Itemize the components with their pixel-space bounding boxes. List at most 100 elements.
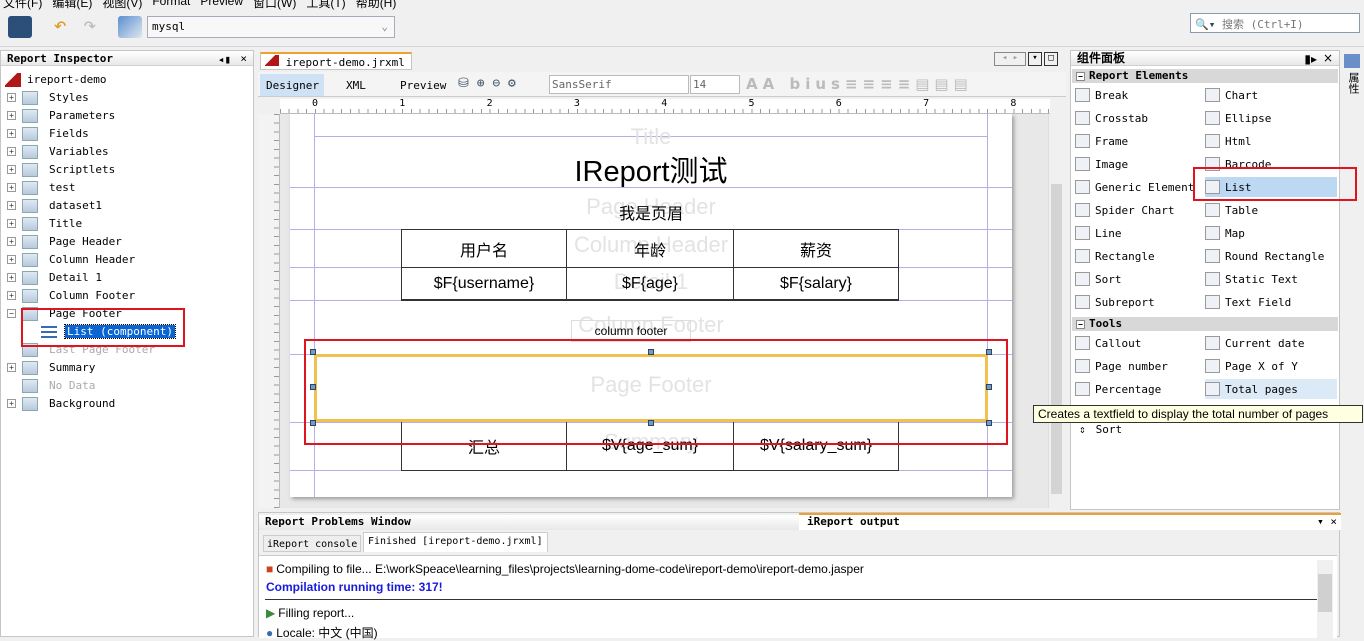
menu-view[interactable]: 视图(V): [102, 0, 142, 10]
subtab-finished[interactable]: Finished [ireport-demo.jrxml]: [363, 532, 548, 552]
minimize-close-icons[interactable]: ▾ ×: [1317, 515, 1337, 528]
menu-window[interactable]: 窗口(W): [253, 0, 296, 10]
expand-toggle-icon[interactable]: +: [7, 111, 16, 120]
expand-toggle-icon[interactable]: +: [7, 147, 16, 156]
tree-item[interactable]: + Fields: [7, 125, 89, 142]
palette-item[interactable]: Spider Chart: [1075, 200, 1207, 220]
menu-format[interactable]: Format: [152, 0, 190, 8]
redo-icon[interactable]: ↷: [78, 15, 102, 38]
palette-item[interactable]: Break: [1075, 85, 1207, 105]
collapse-icon[interactable]: −: [1076, 320, 1085, 329]
palette-item[interactable]: Callout: [1075, 333, 1207, 353]
italic-icon[interactable]: i: [805, 75, 815, 93]
detail-field[interactable]: $F{salary}: [733, 267, 899, 301]
palette-group-header[interactable]: − Report Elements: [1072, 69, 1338, 83]
menu-preview[interactable]: Preview: [200, 0, 243, 8]
datasource-icon[interactable]: [118, 16, 142, 38]
font-grow-icon[interactable]: A: [746, 75, 763, 93]
palette-item[interactable]: Generic Element: [1075, 177, 1207, 197]
palette-item[interactable]: Html: [1205, 131, 1337, 151]
tree-item[interactable]: + Summary: [7, 359, 95, 376]
palette-group-header[interactable]: − Tools: [1072, 317, 1338, 331]
detail-field[interactable]: $F{username}: [401, 267, 567, 301]
tree-item[interactable]: + Detail 1: [7, 269, 102, 286]
menu-tools[interactable]: 工具(T): [306, 0, 345, 10]
zoom-icons[interactable]: ⛁ ⊕ ⊖ ⚙: [458, 76, 516, 91]
expand-toggle-icon[interactable]: +: [7, 129, 16, 138]
underline-icon[interactable]: u: [815, 75, 831, 93]
minimize-icon[interactable]: ▮▸: [1304, 52, 1317, 67]
expand-toggle-icon[interactable]: +: [7, 201, 16, 210]
column-header-cell[interactable]: 用户名: [401, 229, 567, 268]
menu-file[interactable]: 文件(F): [3, 0, 42, 10]
tree-item[interactable]: No Data: [7, 377, 95, 394]
close-icon[interactable]: ×: [1323, 51, 1333, 66]
align-icons[interactable]: ≡≡≡≡▤▤▤: [845, 75, 973, 93]
strike-icon[interactable]: s: [831, 75, 845, 93]
expand-toggle-icon[interactable]: +: [7, 399, 16, 408]
tab-list-icon[interactable]: ▾: [1028, 52, 1042, 66]
palette-item[interactable]: Ellipse: [1205, 108, 1337, 128]
palette-item[interactable]: Percentage: [1075, 379, 1207, 399]
palette-item[interactable]: Table: [1205, 200, 1337, 220]
zoom-in-icon[interactable]: ⊕: [477, 76, 485, 91]
tree-item[interactable]: + Variables: [7, 143, 109, 160]
expand-toggle-icon[interactable]: +: [7, 165, 16, 174]
format-buttons[interactable]: AA bius≡≡≡≡▤▤▤: [746, 75, 973, 93]
datasource-select[interactable]: mysql ⌄: [147, 16, 395, 38]
expand-toggle-icon[interactable]: −: [7, 309, 16, 318]
undo-icon[interactable]: ↶: [48, 15, 72, 38]
palette-item[interactable]: Text Field: [1205, 292, 1337, 312]
palette-item[interactable]: Rectangle: [1075, 246, 1207, 266]
scroll-tabs-icon[interactable]: ◂ ▸: [994, 52, 1026, 66]
palette-item[interactable]: Frame: [1075, 131, 1207, 151]
palette-item[interactable]: Current date: [1205, 333, 1337, 353]
tree-item[interactable]: + Title: [7, 215, 82, 232]
datasource-query-icon[interactable]: ⛁: [458, 76, 469, 91]
view-designer[interactable]: Designer: [260, 74, 324, 96]
column-header-cell[interactable]: 薪资: [733, 229, 899, 268]
vertical-scrollbar[interactable]: [1048, 114, 1064, 508]
palette-item[interactable]: Map: [1205, 223, 1337, 243]
log-scrollbar[interactable]: [1317, 560, 1333, 639]
properties-side-tab[interactable]: 属性: [1340, 50, 1364, 637]
subtab-console[interactable]: iReport console: [263, 535, 362, 552]
collapse-icon[interactable]: −: [1076, 72, 1085, 81]
report-title-text[interactable]: IReport测试: [290, 148, 1012, 190]
tree-item[interactable]: + Page Header: [7, 233, 122, 250]
tree-item[interactable]: + dataset1: [7, 197, 102, 214]
font-select[interactable]: SansSerif: [549, 75, 689, 94]
tab-ireport-output[interactable]: iReport output ▾ ×: [799, 513, 1341, 530]
expand-toggle-icon[interactable]: +: [7, 219, 16, 228]
format-icon[interactable]: ⚙: [508, 76, 516, 91]
palette-item[interactable]: Chart: [1205, 85, 1337, 105]
view-preview[interactable]: Preview: [400, 79, 446, 92]
search-input[interactable]: 🔍▾ 搜索 (Ctrl+I): [1190, 13, 1360, 33]
scrollbar-thumb[interactable]: [1318, 574, 1332, 612]
minimize-icon[interactable]: ◂▮: [218, 52, 231, 67]
expand-toggle-icon[interactable]: +: [7, 237, 16, 246]
menu-help[interactable]: 帮助(H): [356, 0, 397, 10]
tree-item[interactable]: + Scriptlets: [7, 161, 115, 178]
palette-item[interactable]: Total pages: [1205, 379, 1337, 399]
palette-item[interactable]: Page X of Y: [1205, 356, 1337, 376]
maximize-icon[interactable]: □: [1044, 52, 1058, 66]
column-header-cell[interactable]: 年龄: [566, 229, 734, 268]
detail-field[interactable]: $F{age}: [566, 267, 734, 301]
palette-item[interactable]: Subreport: [1075, 292, 1207, 312]
tree-item[interactable]: + Background: [7, 395, 115, 412]
page-header-text[interactable]: 我是页眉: [290, 200, 1012, 224]
palette-item[interactable]: Crosstab: [1075, 108, 1207, 128]
tree-item[interactable]: + test: [7, 179, 76, 196]
palette-item[interactable]: Page number: [1075, 356, 1207, 376]
tree-root[interactable]: ireport-demo: [5, 71, 106, 88]
tree-item[interactable]: + Column Footer: [7, 287, 135, 304]
tab-report-problems[interactable]: Report Problems Window: [259, 515, 799, 530]
tree-item[interactable]: + Styles: [7, 89, 89, 106]
expand-toggle-icon[interactable]: +: [7, 363, 16, 372]
view-xml[interactable]: XML: [346, 79, 366, 92]
save-all-icon[interactable]: [8, 16, 32, 38]
close-icon[interactable]: ×: [240, 51, 247, 66]
palette-item[interactable]: Image: [1075, 154, 1207, 174]
expand-toggle-icon[interactable]: +: [7, 183, 16, 192]
